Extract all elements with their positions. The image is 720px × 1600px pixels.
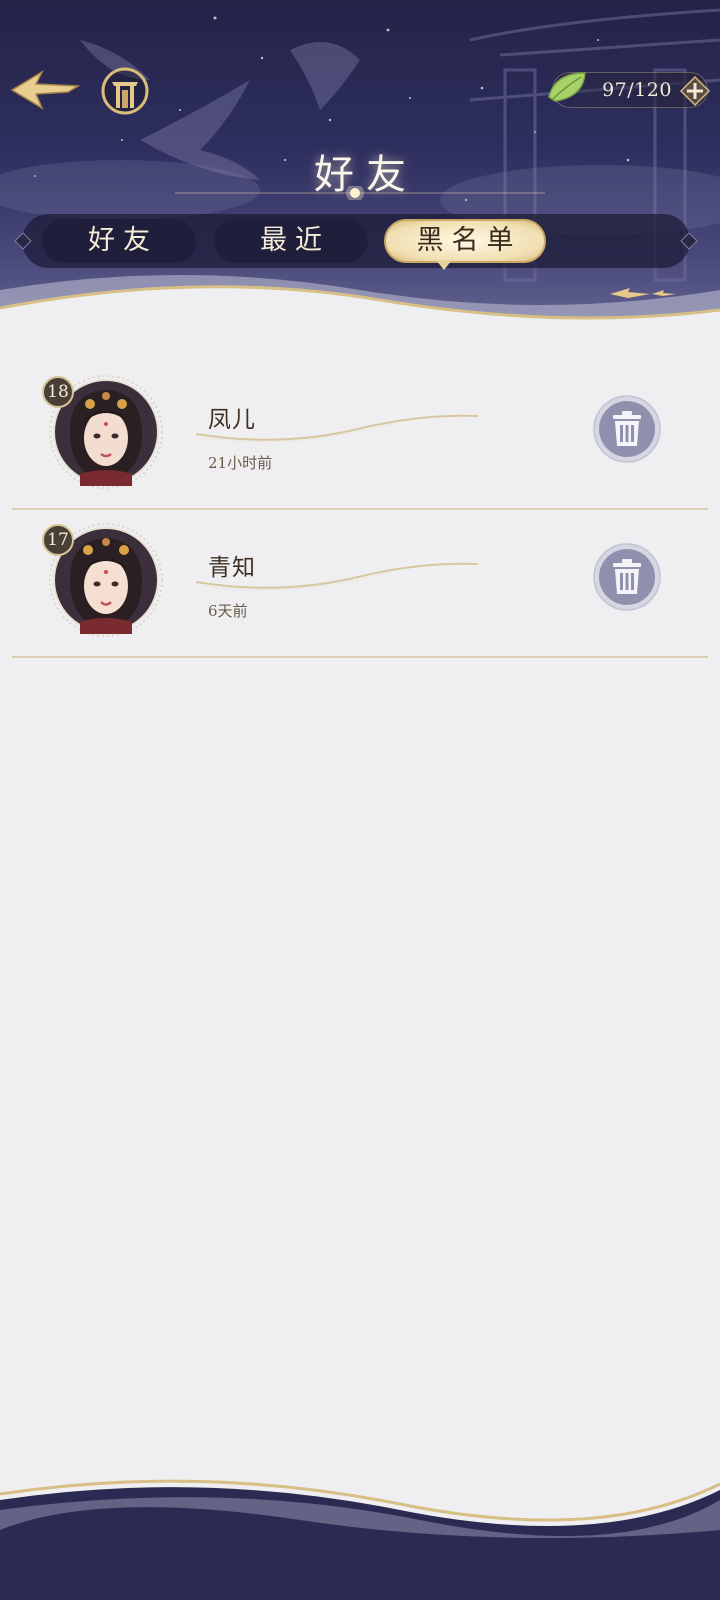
level-badge: 17 bbox=[42, 524, 74, 556]
tab-blacklist[interactable]: 黑名单 bbox=[384, 219, 546, 263]
pavilion-home-icon[interactable] bbox=[100, 66, 150, 116]
tab-bar-right-cap bbox=[680, 232, 698, 250]
row-divider bbox=[12, 656, 708, 658]
tab-bar: 好友 最近 黑名单 bbox=[14, 214, 698, 268]
blacklist-row: 18 凤儿 21小时前 bbox=[12, 364, 708, 510]
stamina-value: 97/120 bbox=[602, 79, 672, 101]
stamina-counter: 97/120 bbox=[548, 72, 711, 108]
avatar[interactable]: 17 bbox=[42, 522, 164, 638]
name-swoosh-ornament bbox=[195, 562, 479, 591]
tab-recent[interactable]: 最近 bbox=[214, 219, 368, 263]
trash-icon[interactable] bbox=[592, 542, 662, 612]
title-ornament bbox=[175, 186, 545, 200]
trash-icon[interactable] bbox=[592, 394, 662, 464]
active-tab-pointer bbox=[436, 260, 452, 270]
header-wave-border bbox=[0, 275, 720, 340]
add-stamina-button[interactable] bbox=[679, 75, 711, 107]
row-divider bbox=[12, 508, 708, 510]
last-seen: 6天前 bbox=[208, 602, 248, 620]
blacklist-row: 17 青知 6天前 bbox=[12, 512, 708, 658]
tab-friends[interactable]: 好友 bbox=[42, 219, 196, 263]
name-swoosh-ornament bbox=[195, 414, 479, 443]
avatar[interactable]: 18 bbox=[42, 374, 164, 490]
header: 97/120 好友 好友 最近 黑名单 bbox=[0, 0, 720, 340]
last-seen: 21小时前 bbox=[208, 454, 273, 472]
back-button[interactable] bbox=[8, 64, 82, 116]
level-badge: 18 bbox=[42, 376, 74, 408]
footer-wave-border bbox=[0, 1479, 720, 1600]
leaf-icon bbox=[548, 72, 586, 102]
tab-bar-left-cap bbox=[14, 232, 32, 250]
